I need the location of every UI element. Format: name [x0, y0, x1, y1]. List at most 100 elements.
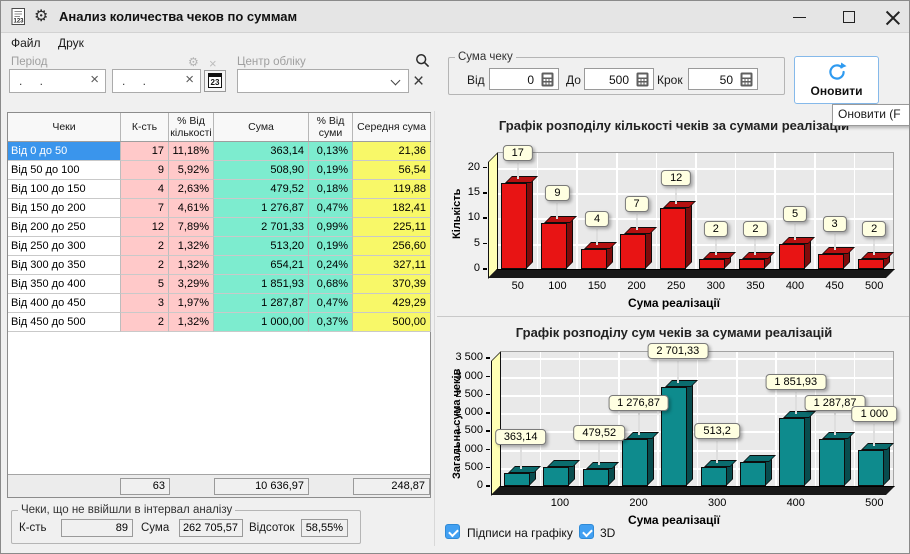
labels-on-chart-checkbox[interactable] — [445, 524, 460, 539]
table-cell-sum_pct: 0,19% — [309, 161, 353, 180]
bar[interactable] — [660, 208, 686, 269]
bar[interactable] — [701, 467, 727, 486]
report-icon: 123 — [9, 7, 28, 26]
period-label: Період — [11, 56, 47, 68]
to-input[interactable]: 500 — [584, 68, 654, 90]
table-row[interactable]: Від 300 до 35021,32%654,210,24%327,11 — [8, 256, 431, 275]
table-cell-count: 2 — [121, 313, 169, 332]
date-to-input[interactable]: . . × — [112, 69, 201, 93]
step-input[interactable]: 50 — [688, 68, 758, 90]
bar[interactable] — [620, 234, 646, 269]
x-tick-label: 100 — [537, 280, 577, 292]
bar[interactable] — [740, 462, 766, 486]
refresh-button[interactable]: Оновити — [794, 56, 879, 104]
y-tick-mark — [486, 449, 490, 451]
date-from-clear-icon[interactable]: × — [90, 71, 99, 88]
callout-connector — [556, 203, 558, 219]
y-tick-mark — [483, 192, 487, 194]
bar-side-face — [844, 432, 851, 486]
column-header-count[interactable]: К-сть — [121, 113, 169, 141]
table-row[interactable]: Від 450 до 50021,32%1 000,000,37%500,00 — [8, 313, 431, 332]
table-cell-sum_pct: 0,99% — [309, 218, 353, 237]
column-header-sum[interactable]: Сума — [214, 113, 309, 141]
column-header-avg[interactable]: Середня сума — [353, 113, 431, 141]
center-clear-icon[interactable]: × — [413, 71, 424, 93]
bar[interactable] — [739, 259, 765, 269]
gear-icon: ⚙ — [34, 6, 48, 26]
table-row[interactable]: Від 0 до 501711,18%363,140,13%21,36 — [8, 142, 431, 161]
to-label: До — [566, 73, 581, 87]
table-totals-row: 63 10 636,97 248,87 — [8, 474, 430, 497]
y-tick-mark — [486, 412, 490, 414]
bar[interactable] — [543, 467, 569, 486]
bar[interactable] — [858, 259, 884, 269]
close-button[interactable] — [873, 1, 910, 33]
bar[interactable] — [501, 183, 527, 269]
table-row[interactable]: Від 400 до 45031,97%1 287,870,47%429,29 — [8, 294, 431, 313]
table-cell-range: Від 450 до 500 — [8, 313, 121, 332]
data-label-callout: 12 — [661, 170, 691, 186]
chart-3d-wall — [488, 152, 498, 279]
column-header-sum-pct[interactable]: % Від суми — [309, 113, 353, 141]
table-cell-sum_pct: 0,19% — [309, 237, 353, 256]
close-icon — [886, 10, 900, 24]
table-row[interactable]: Від 50 до 10095,92%508,900,19%56,54 — [8, 161, 431, 180]
to-value: 500 — [609, 73, 629, 87]
chart-3d-floor — [488, 269, 895, 278]
bar[interactable] — [581, 249, 607, 269]
table-cell-range: Від 250 до 300 — [8, 237, 121, 256]
bar[interactable] — [819, 439, 845, 486]
gridline — [618, 352, 620, 486]
bar[interactable] — [583, 469, 609, 486]
table-cell-range: Від 200 до 250 — [8, 218, 121, 237]
3d-checkbox[interactable] — [579, 524, 594, 539]
gridline — [697, 352, 699, 486]
bar[interactable] — [541, 223, 567, 269]
table-row[interactable]: Від 100 до 15042,63%479,520,18%119,88 — [8, 180, 431, 199]
bar[interactable] — [504, 473, 530, 486]
table-row[interactable]: Від 200 до 250127,89%2 701,330,99%225,11 — [8, 218, 431, 237]
minimize-button[interactable] — [779, 1, 819, 33]
period-settings-gear-icon[interactable]: ⚙ — [188, 55, 199, 69]
center-combobox[interactable] — [237, 69, 409, 93]
maximize-button[interactable] — [829, 1, 869, 33]
table-row[interactable]: Від 250 до 30021,32%513,200,19%256,60 — [8, 237, 431, 256]
y-tick-label: 1 500 — [445, 424, 483, 436]
calculator-icon[interactable] — [636, 72, 649, 87]
from-input[interactable]: 0 — [489, 68, 559, 90]
table-cell-sum: 479,52 — [214, 180, 309, 199]
bar[interactable] — [858, 450, 884, 486]
x-tick-label: 250 — [656, 280, 696, 292]
period-clear-icon[interactable]: × — [209, 56, 217, 71]
bar[interactable] — [818, 254, 844, 269]
table-cell-avg: 429,29 — [353, 294, 431, 313]
bar[interactable] — [779, 418, 805, 486]
column-header-checks[interactable]: Чеки — [8, 113, 121, 141]
y-tick-mark — [486, 485, 490, 487]
gridline — [695, 153, 697, 269]
chart2-x-axis-label: Сума реалізації — [437, 513, 910, 527]
calculator-icon[interactable] — [541, 72, 554, 87]
bar[interactable] — [622, 439, 648, 486]
menu-print[interactable]: Друк — [58, 36, 84, 50]
bar-side-face — [566, 216, 573, 269]
calculator-icon[interactable] — [740, 72, 753, 87]
column-header-count-pct[interactable]: % Від кількості — [169, 113, 214, 141]
search-icon[interactable] — [415, 53, 430, 68]
table-row[interactable]: Від 150 до 20074,61%1 276,870,47%182,41 — [8, 199, 431, 218]
bar[interactable] — [779, 244, 805, 269]
table-cell-range: Від 400 до 450 — [8, 294, 121, 313]
bar[interactable] — [699, 259, 725, 269]
data-label-callout: 2 — [743, 221, 767, 237]
date-from-input[interactable]: . . × — [9, 69, 106, 93]
table-row[interactable]: Від 350 до 40053,29%1 851,930,68%370,39 — [8, 275, 431, 294]
menu-file[interactable]: Файл — [11, 36, 41, 50]
table-cell-count_pct: 1,32% — [169, 313, 214, 332]
date-to-clear-icon[interactable]: × — [185, 71, 194, 88]
table-cell-avg: 182,41 — [353, 199, 431, 218]
table-cell-sum_pct: 0,68% — [309, 275, 353, 294]
from-label: Від — [467, 73, 485, 87]
calendar-button[interactable]: 23 — [204, 70, 226, 92]
bar-side-face — [685, 201, 692, 269]
center-label: Центр обліку — [237, 56, 306, 68]
